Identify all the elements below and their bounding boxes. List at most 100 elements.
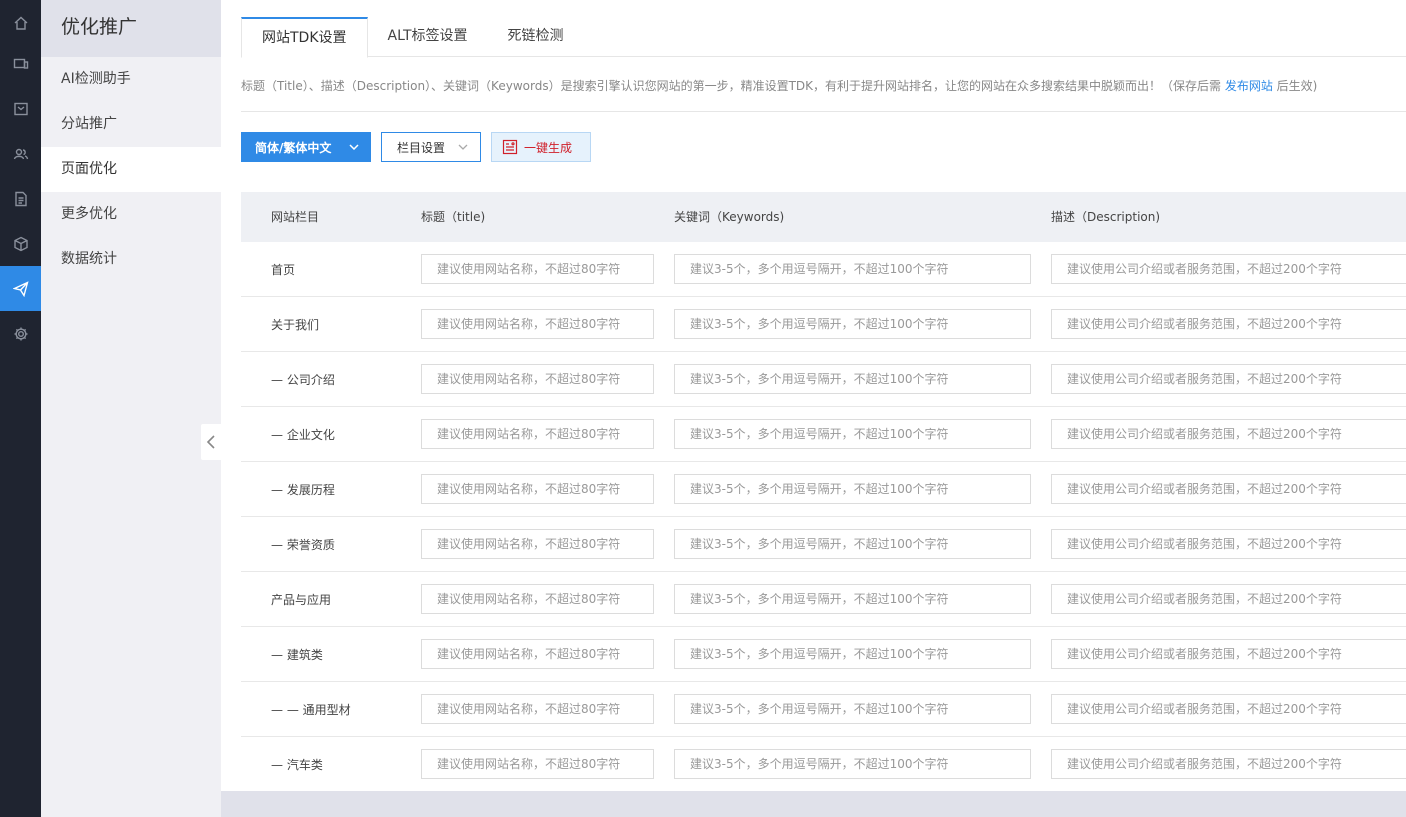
keywords-input[interactable] [674, 419, 1031, 449]
description-input[interactable] [1051, 529, 1406, 559]
rail-settings[interactable] [0, 311, 41, 356]
title-input[interactable] [421, 254, 654, 284]
rail-mail[interactable] [0, 86, 41, 131]
description-input[interactable] [1051, 474, 1406, 504]
table-row: — 公司介绍 [241, 352, 1406, 407]
keywords-input[interactable] [674, 749, 1031, 779]
keywords-input[interactable] [674, 529, 1031, 559]
table-body: 首页关于我们 — 公司介绍 — 企业文化 — 发展历程 — 荣誉资质产品与应用 — 建筑类… [241, 242, 1406, 792]
table-row: — 建筑类 [241, 627, 1406, 682]
rail-promotion[interactable] [0, 266, 41, 311]
keywords-input[interactable] [674, 584, 1031, 614]
column-settings-dropdown[interactable]: 栏目设置 [381, 132, 481, 162]
row-column-name: — 企业文化 [271, 428, 335, 442]
table-row: 关于我们 [241, 297, 1406, 352]
table-row: 产品与应用 [241, 572, 1406, 627]
tab-bar: 网站TDK设置 ALT标签设置 死链检测 [241, 17, 1406, 58]
keywords-input[interactable] [674, 694, 1031, 724]
gear-icon [14, 327, 27, 340]
home-icon [14, 16, 27, 30]
row-column-name: 首页 [271, 263, 296, 277]
title-input[interactable] [421, 529, 654, 559]
notice-suffix: 后生效) [1272, 79, 1318, 93]
tab-dead-link-check[interactable]: 死链检测 [488, 17, 584, 57]
sidebar-item-statistics[interactable]: 数据统计 [41, 237, 221, 282]
row-column-name: 产品与应用 [271, 593, 332, 607]
rail-devices[interactable] [0, 41, 41, 86]
title-input[interactable] [421, 309, 654, 339]
description-input[interactable] [1051, 309, 1406, 339]
table-row: — 汽车类 [241, 737, 1406, 792]
chevron-left-icon [206, 435, 215, 449]
header-column: 网站栏目 [271, 210, 320, 224]
row-column-name: — 汽车类 [271, 758, 323, 772]
row-column-name: — 发展历程 [271, 483, 335, 497]
keywords-input[interactable] [674, 364, 1031, 394]
column-settings-label: 栏目设置 [397, 140, 446, 155]
table-row: — 企业文化 [241, 407, 1406, 462]
row-column-name: — 建筑类 [271, 648, 323, 662]
row-column-name: — — 通用型材 [271, 703, 351, 717]
rail-cube[interactable] [0, 221, 41, 266]
header-title: 标题（title) [421, 210, 486, 224]
chevron-down-icon [349, 144, 359, 150]
table-row: 首页 [241, 242, 1406, 297]
publish-site-link[interactable]: 发布网站 [1225, 79, 1273, 93]
sidebar-item-page-optimization[interactable]: 页面优化 [41, 147, 221, 192]
description-input[interactable] [1051, 694, 1406, 724]
title-input[interactable] [421, 639, 654, 669]
language-dropdown[interactable]: 简体/繁体中文 [241, 132, 371, 162]
document-icon [14, 191, 27, 206]
table-header: 网站栏目 标题（title) 关键词（Keywords) 描述（Descript… [241, 192, 1406, 242]
users-icon [13, 148, 28, 159]
description-input[interactable] [1051, 364, 1406, 394]
one-click-generate-button[interactable]: 一键生成 [491, 132, 591, 162]
sidebar-collapse-button[interactable] [201, 424, 221, 460]
generate-icon [502, 139, 518, 155]
sidebar-title: 优化推广 [41, 0, 221, 57]
chevron-down-icon [458, 144, 468, 150]
rail-users[interactable] [0, 131, 41, 176]
tdk-table: 网站栏目 标题（title) 关键词（Keywords) 描述（Descript… [241, 192, 1406, 792]
sidebar-item-more-optimization[interactable]: 更多优化 [41, 192, 221, 237]
keywords-input[interactable] [674, 474, 1031, 504]
generate-label: 一键生成 [524, 140, 573, 155]
tab-alt-settings[interactable]: ALT标签设置 [368, 17, 488, 57]
divider [241, 111, 1406, 112]
description-input[interactable] [1051, 254, 1406, 284]
title-input[interactable] [421, 474, 654, 504]
title-input[interactable] [421, 584, 654, 614]
title-input[interactable] [421, 419, 654, 449]
devices-icon [13, 58, 28, 69]
send-icon [12, 280, 29, 297]
table-row: — 发展历程 [241, 462, 1406, 517]
keywords-input[interactable] [674, 309, 1031, 339]
sidebar-item-ai-assistant[interactable]: AI检测助手 [41, 57, 221, 102]
title-input[interactable] [421, 694, 654, 724]
title-input[interactable] [421, 364, 654, 394]
row-column-name: 关于我们 [271, 318, 320, 332]
keywords-input[interactable] [674, 639, 1031, 669]
header-description: 描述（Description) [1051, 210, 1161, 224]
rail-document[interactable] [0, 176, 41, 221]
table-row: — — 通用型材 [241, 682, 1406, 737]
main-content: 网站TDK设置 ALT标签设置 死链检测 标题（Title）、描述（Descri… [221, 0, 1406, 817]
cube-icon [13, 236, 28, 251]
keywords-input[interactable] [674, 254, 1031, 284]
tab-tdk-settings[interactable]: 网站TDK设置 [241, 17, 368, 58]
language-label: 简体/繁体中文 [255, 140, 332, 155]
description-input[interactable] [1051, 419, 1406, 449]
title-input[interactable] [421, 749, 654, 779]
mail-icon [13, 102, 28, 115]
footer-band [221, 791, 1406, 817]
description-input[interactable] [1051, 584, 1406, 614]
sidebar-item-substation[interactable]: 分站推广 [41, 102, 221, 147]
sidebar: 优化推广 AI检测助手 分站推广 页面优化 更多优化 数据统计 [41, 0, 221, 817]
rail-home[interactable] [0, 0, 41, 45]
description-input[interactable] [1051, 639, 1406, 669]
icon-rail [0, 0, 41, 817]
tdk-notice: 标题（Title）、描述（Description）、关键词（Keywords）是… [241, 77, 1406, 95]
table-row: — 荣誉资质 [241, 517, 1406, 572]
description-input[interactable] [1051, 749, 1406, 779]
toolbar: 简体/繁体中文 栏目设置 一键生成 [241, 132, 591, 162]
